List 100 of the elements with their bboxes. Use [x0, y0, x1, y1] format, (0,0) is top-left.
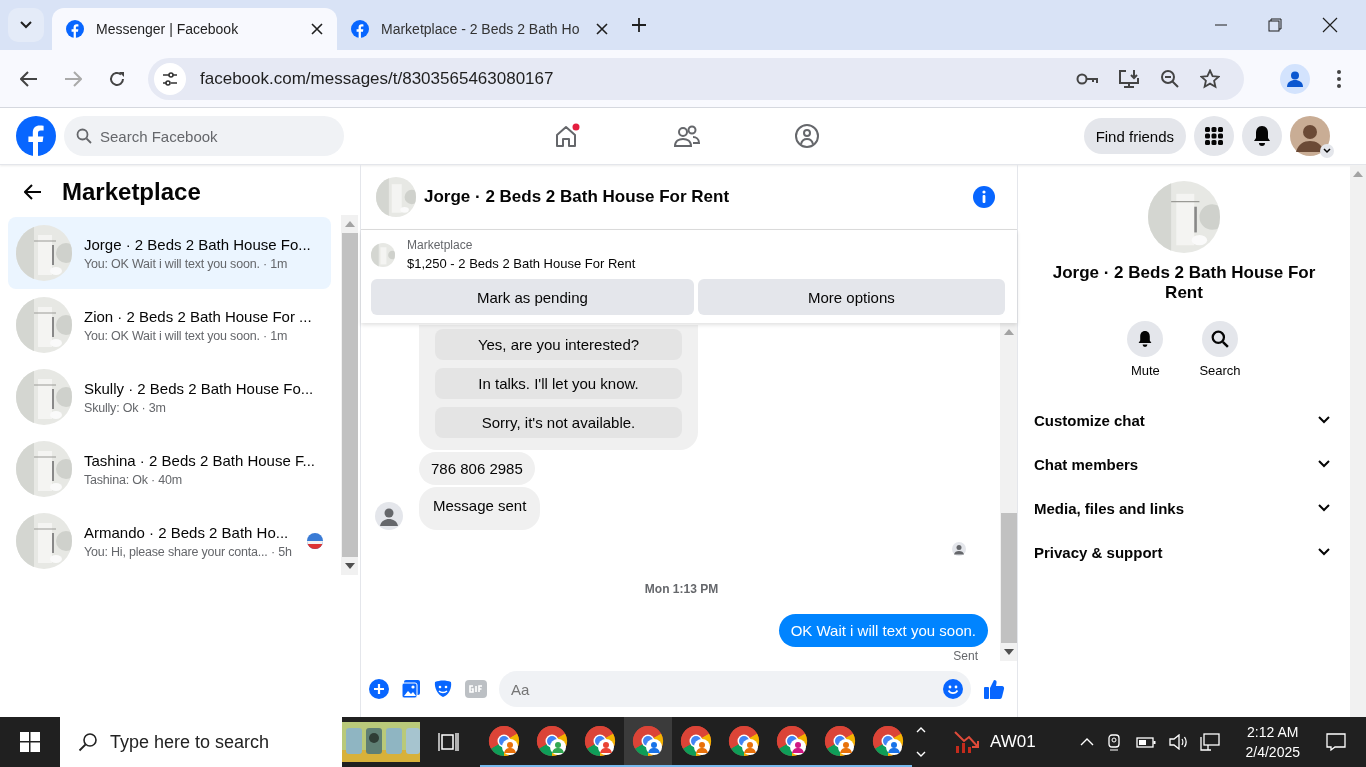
quick-reply-button[interactable]: Yes, are you interested?: [435, 329, 682, 360]
close-icon[interactable]: [1322, 17, 1338, 33]
message-bubble: Message sent: [419, 487, 541, 530]
search-icon: [1211, 330, 1229, 348]
info-icon[interactable]: [973, 186, 995, 208]
mute-button[interactable]: [1127, 321, 1164, 357]
windows-icon[interactable]: [20, 732, 40, 752]
avatar-icon: [375, 502, 403, 530]
new-tab-icon[interactable]: [632, 18, 646, 32]
conversation-title: Tashina · 2 Beds 2 Bath House F...: [84, 451, 315, 469]
conversation-item[interactable]: Tashina · 2 Beds 2 Bath House F... Tashina: Ok · 40m: [8, 433, 331, 505]
conversation-name: Jorge · 2 Beds 2 Bath House For Rent: [1051, 263, 1317, 303]
site-info-icon[interactable]: [154, 62, 186, 95]
listing-button[interactable]: Mark as pending: [371, 279, 694, 315]
conversation-item[interactable]: Zion · 2 Beds 2 Bath House For ... You: OK Wait i will text you soon. · 1m: [8, 289, 331, 361]
chevron-icon: [1318, 548, 1330, 556]
restore-icon[interactable]: [1268, 18, 1282, 32]
sticker-icon[interactable]: [433, 679, 453, 699]
notifications-button[interactable]: [1242, 116, 1282, 156]
message-field[interactable]: Aa: [499, 671, 971, 707]
quick-reply-button[interactable]: In talks. I'll let you know.: [435, 368, 682, 399]
plus-icon[interactable]: [369, 679, 389, 699]
facebook-logo[interactable]: [16, 116, 56, 156]
clock[interactable]: 2:12 AM 2/4/2025: [1245, 722, 1300, 762]
menu-button[interactable]: [1194, 116, 1234, 156]
conversation-title: Jorge · 2 Beds 2 Bath House Fo...: [84, 235, 311, 253]
key-icon[interactable]: [1076, 71, 1098, 86]
zoom-out-icon[interactable]: [1160, 68, 1180, 89]
conversation-title: Zion · 2 Beds 2 Bath House For ...: [84, 307, 312, 325]
message-preview: You: Hi, please share your conta... · 5h: [84, 544, 293, 559]
listing-title: $1,250 - 2 Beds 2 Bath House For Rent: [407, 256, 636, 271]
search-icon: [76, 128, 92, 144]
search-field[interactable]: Search Facebook: [64, 116, 344, 156]
browser-tab[interactable]: Messenger | Facebook: [52, 8, 337, 50]
facebook-icon: [66, 20, 84, 38]
message-status: Sent: [953, 649, 978, 661]
battery-icon[interactable]: [1135, 735, 1156, 749]
reload-icon[interactable]: [108, 69, 126, 88]
conversation-item[interactable]: Jorge · 2 Beds 2 Bath House Fo... You: OK Wait i will text you soon. · 1m: [8, 217, 331, 289]
scrollbar[interactable]: [1350, 165, 1366, 717]
close-icon[interactable]: [596, 23, 608, 35]
stock-label: AW01: [990, 732, 1036, 752]
message-preview: Tashina: Ok · 40m: [84, 472, 184, 487]
timestamp: Mon 1:13 PM: [644, 582, 719, 596]
close-icon[interactable]: [311, 23, 323, 35]
facebook-icon: [351, 20, 369, 38]
friends-icon[interactable]: [674, 124, 700, 148]
chevron-up-icon[interactable]: [1079, 737, 1094, 747]
search-icon: [78, 732, 98, 752]
back-icon[interactable]: [20, 70, 38, 87]
search-button[interactable]: [1202, 321, 1238, 357]
caret-icon: [20, 21, 32, 29]
photo-icon[interactable]: [401, 679, 421, 699]
browser-tab[interactable]: Marketplace - 2 Beds 2 Bath Ho: [337, 8, 622, 50]
conversation-title: Armando · 2 Beds 2 Bath Ho...: [84, 523, 290, 541]
notification-icon[interactable]: [1326, 732, 1346, 752]
chevron-icon: [1318, 460, 1330, 468]
thumbs-up-icon[interactable]: [983, 678, 1005, 700]
scrollbar[interactable]: [1000, 323, 1017, 661]
speaker-icon[interactable]: [1167, 734, 1188, 750]
seen-avatar-icon: [952, 542, 966, 556]
section-header[interactable]: Media, files and links: [1018, 486, 1350, 530]
menu-icon[interactable]: [1336, 68, 1342, 89]
home-icon[interactable]: [554, 123, 580, 149]
back-icon[interactable]: [24, 184, 42, 200]
groups-icon[interactable]: [794, 123, 820, 149]
chevron-icon: [1318, 416, 1330, 424]
taskbar-search-field[interactable]: Type here to search: [60, 717, 342, 767]
sidebar-title: Marketplace: [62, 178, 201, 206]
task-view-icon[interactable]: [438, 732, 460, 752]
network-icon[interactable]: [1199, 733, 1220, 751]
chevron-icon: [1318, 504, 1330, 512]
listing-label: Marketplace: [407, 238, 474, 252]
tab-search-button[interactable]: [8, 8, 44, 42]
bell-icon: [1252, 125, 1272, 147]
section-header[interactable]: Customize chat: [1018, 398, 1350, 442]
conversation-item[interactable]: Skully · 2 Beds 2 Bath House Fo... Skully: Ok · 3m: [8, 361, 331, 433]
apps-grid-icon: [1204, 126, 1224, 146]
action-label: Search: [1199, 363, 1241, 378]
message-preview: You: OK Wait i will text you soon. · 1m: [84, 328, 289, 343]
message-bubble: 786 806 2985: [419, 452, 535, 485]
conversation-item[interactable]: Armando · 2 Beds 2 Bath Ho... You: Hi, please share your conta... · 5h: [8, 505, 331, 577]
address-bar[interactable]: facebook.com/messages/t/8303565463080167: [148, 57, 1244, 100]
star-icon[interactable]: [1200, 68, 1220, 89]
stock-down-icon[interactable]: [954, 730, 980, 754]
quick-reply-button[interactable]: Sorry, it's not available.: [435, 407, 682, 438]
scrollbar[interactable]: [341, 215, 358, 575]
chrome-icon[interactable]: [624, 717, 672, 767]
message-preview: Skully: Ok · 3m: [84, 400, 167, 415]
install-app-icon[interactable]: [1118, 68, 1140, 89]
profile-icon[interactable]: [1280, 63, 1310, 94]
emoji-icon[interactable]: [943, 679, 963, 699]
action-label: Mute: [1130, 363, 1160, 378]
section-header[interactable]: Privacy & support: [1018, 530, 1350, 574]
conversation-title: Skully · 2 Beds 2 Bath House Fo...: [84, 379, 314, 397]
section-header[interactable]: Chat members: [1018, 442, 1350, 486]
listing-button[interactable]: More options: [697, 279, 1005, 315]
bell-icon: [1137, 330, 1154, 348]
message-bubble: OK Wait i will text you soon.: [778, 614, 988, 647]
find-friends-button[interactable]: Find friends: [1083, 118, 1186, 154]
